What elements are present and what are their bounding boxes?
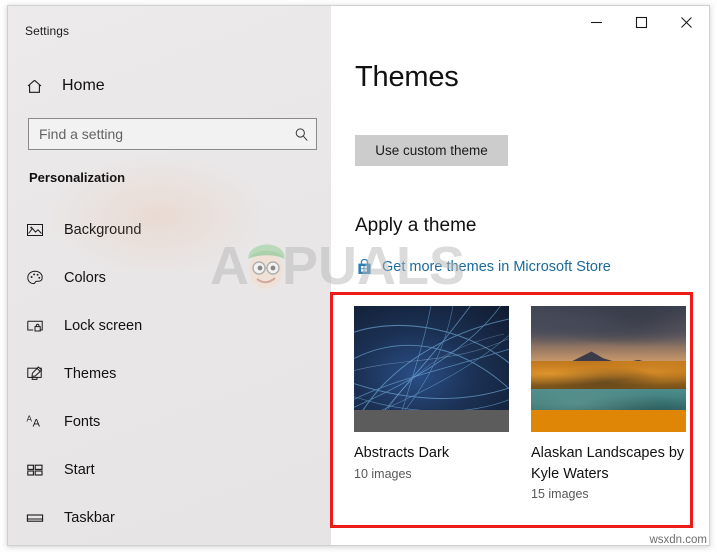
sidebar-item-colors-label: Colors bbox=[64, 270, 106, 286]
sidebar-item-lock-screen-label: Lock screen bbox=[64, 318, 143, 334]
font-aa-icon: A A bbox=[26, 413, 54, 431]
source-watermark: wsxdn.com bbox=[649, 534, 707, 546]
theme-title: Abstracts Dark bbox=[354, 445, 450, 461]
sidebar-item-taskbar-label: Taskbar bbox=[64, 510, 115, 526]
get-more-themes-link[interactable]: Get more themes in Microsoft Store bbox=[355, 258, 611, 276]
sidebar-item-themes[interactable]: Themes bbox=[20, 350, 320, 398]
maximize-button[interactable] bbox=[619, 6, 664, 38]
theme-accent-bar bbox=[531, 410, 686, 432]
sidebar-item-home-label: Home bbox=[62, 77, 105, 94]
use-custom-theme-button[interactable]: Use custom theme bbox=[355, 135, 508, 166]
theme-list: Abstracts Dark 10 images K bbox=[354, 306, 686, 501]
sidebar-item-start-label: Start bbox=[64, 462, 95, 478]
svg-text:A: A bbox=[27, 414, 33, 423]
sidebar-item-taskbar[interactable]: Taskbar bbox=[20, 494, 320, 542]
app-title: Settings bbox=[25, 24, 70, 38]
screenshot-root: Settings Home Find a setting Personaliza… bbox=[0, 0, 717, 552]
page-title: Themes bbox=[355, 61, 459, 93]
search-input[interactable] bbox=[29, 126, 286, 142]
sidebar-item-themes-label: Themes bbox=[64, 366, 117, 382]
microsoft-store-icon bbox=[355, 258, 373, 276]
sidebar-item-start[interactable]: Start bbox=[20, 446, 320, 494]
lock-screen-icon bbox=[26, 317, 54, 335]
window-controls bbox=[574, 6, 709, 38]
theme-image-count: 10 images bbox=[354, 466, 412, 481]
picture-icon bbox=[26, 221, 54, 239]
content-pane: Themes Use custom theme Apply a theme Ge… bbox=[331, 6, 709, 545]
search-box[interactable] bbox=[28, 118, 317, 150]
search-icon[interactable] bbox=[286, 127, 316, 142]
sidebar-item-fonts-label: Fonts bbox=[64, 414, 101, 430]
home-icon bbox=[26, 78, 56, 95]
sidebar-item-colors[interactable]: Colors bbox=[20, 254, 320, 302]
palette-icon bbox=[26, 269, 54, 287]
theme-card-abstracts-dark[interactable]: Abstracts Dark 10 images bbox=[354, 306, 509, 501]
sidebar-item-background[interactable]: Background bbox=[20, 206, 320, 254]
theme-accent-bar bbox=[354, 410, 509, 432]
svg-text:A: A bbox=[33, 417, 41, 429]
sidebar-item-home[interactable]: Home bbox=[20, 69, 111, 103]
taskbar-icon bbox=[26, 509, 54, 527]
sidebar-item-background-label: Background bbox=[64, 222, 142, 238]
get-more-themes-link-label: Get more themes in Microsoft Store bbox=[382, 259, 611, 275]
sidebar-section-header: Personalization bbox=[29, 170, 126, 185]
theme-brush-icon bbox=[26, 365, 54, 383]
theme-card-alaskan-landscapes[interactable]: Kyle Waters Photography Alaskan Landscap… bbox=[531, 306, 686, 501]
sidebar-items: Background Colors Lock screen Themes A A… bbox=[20, 206, 320, 542]
settings-window: Settings Home Find a setting Personaliza… bbox=[7, 5, 710, 546]
theme-thumbnail[interactable]: Kyle Waters Photography bbox=[531, 306, 686, 432]
apply-a-theme-heading: Apply a theme bbox=[355, 215, 477, 236]
theme-title: Alaskan Landscapes by Kyle Waters bbox=[531, 445, 685, 482]
close-button[interactable] bbox=[664, 6, 709, 38]
theme-thumbnail[interactable] bbox=[354, 306, 509, 432]
sidebar-item-lock-screen[interactable]: Lock screen bbox=[20, 302, 320, 350]
sidebar-item-fonts[interactable]: A A Fonts bbox=[20, 398, 320, 446]
start-tiles-icon bbox=[26, 461, 54, 479]
theme-image-count: 15 images bbox=[531, 487, 589, 502]
navigation-pane: Settings Home Find a setting Personaliza… bbox=[8, 6, 331, 545]
minimize-button[interactable] bbox=[574, 6, 619, 38]
